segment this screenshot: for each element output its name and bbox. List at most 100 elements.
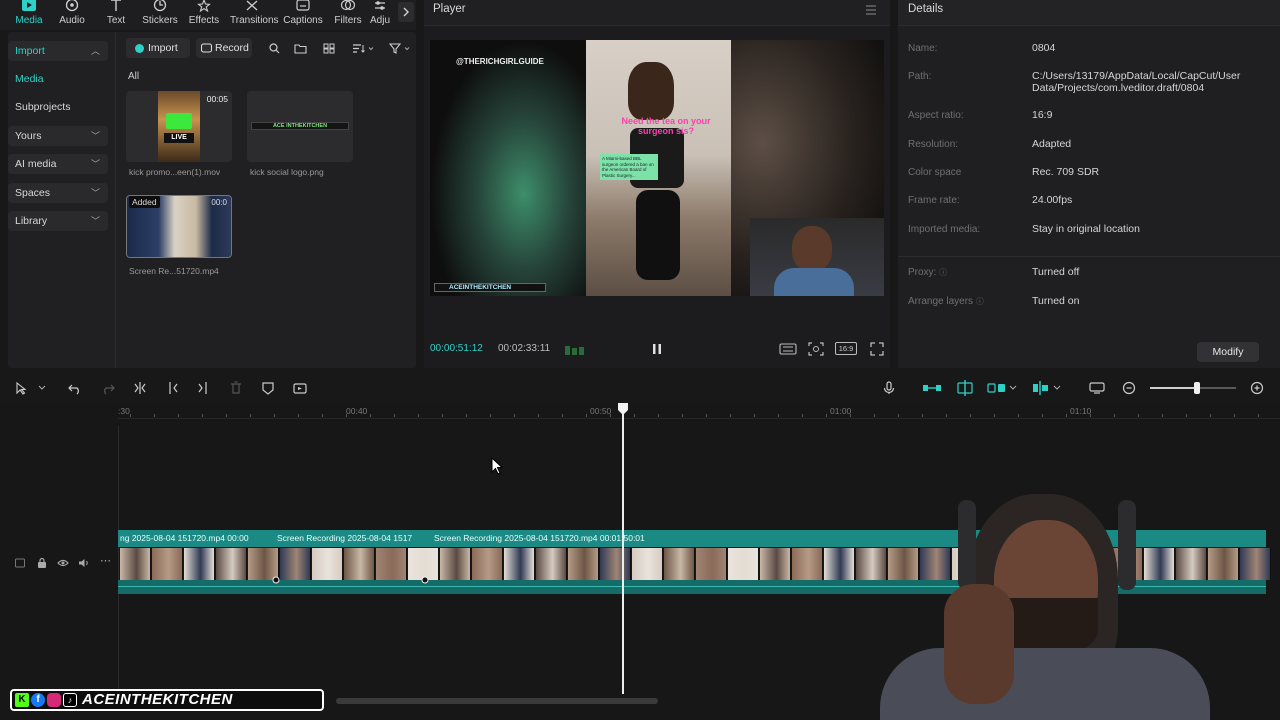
ruler-tick: [610, 414, 611, 417]
zoom-slider-thumb[interactable]: [1194, 382, 1201, 394]
ruler-tick: [1066, 414, 1067, 417]
media-item-screen-recording[interactable]: Added 00:0: [126, 195, 232, 258]
video-caption: Need the tea on your surgeon sis?: [621, 116, 711, 136]
volume-icon[interactable]: [78, 557, 90, 569]
detail-label-arrange-layers: Arrange layers ⓘ: [908, 296, 984, 307]
player-header: Player: [424, 0, 890, 26]
media-item-kick-promo[interactable]: LIVE 00:05: [126, 91, 232, 162]
menu-icon[interactable]: [864, 4, 878, 16]
media-item-kick-logo[interactable]: ACE INTHEKITCHEN: [247, 91, 353, 162]
ruler-tick-label: :30: [118, 406, 130, 416]
linkage-icon[interactable]: [955, 380, 975, 396]
import-button[interactable]: Import: [126, 38, 190, 58]
tab-audio[interactable]: Audio: [50, 0, 94, 30]
video-frame-thumbnail: [344, 548, 375, 580]
filter-icon[interactable]: [389, 43, 413, 54]
video-frame-thumbnail: [280, 548, 311, 580]
sidebar-item-media[interactable]: Media: [8, 69, 108, 89]
split-icon[interactable]: [133, 381, 147, 395]
search-icon[interactable]: [269, 43, 280, 54]
sidebar-item-yours[interactable]: Yours ﹀: [8, 126, 108, 146]
grid-view-icon[interactable]: [323, 43, 336, 54]
tab-text[interactable]: Text: [94, 0, 138, 30]
keyframe-icon[interactable]: [420, 575, 430, 585]
timeline-scrollbar[interactable]: [336, 698, 658, 704]
tiktok-icon: ♪: [63, 693, 77, 707]
ruler-tick: [1234, 414, 1235, 417]
video-preview[interactable]: Need the tea on your surgeon sis? A Miam…: [430, 40, 884, 296]
current-time: 00:00:51:12: [430, 343, 483, 354]
sidebar-item-library[interactable]: Library ﹀: [8, 211, 108, 231]
fullscreen-icon[interactable]: [870, 342, 884, 356]
undo-icon[interactable]: [68, 381, 82, 395]
sidebar-item-ai-media[interactable]: AI media ﹀: [8, 154, 108, 174]
media-item-name: kick social logo.png: [250, 167, 324, 177]
webcam-hand: [944, 584, 1014, 704]
sidebar-item-subprojects[interactable]: Subprojects: [8, 97, 108, 117]
magnet-snap-icon[interactable]: [922, 381, 942, 395]
align-icon[interactable]: [1031, 381, 1065, 395]
video-frame-thumbnail: [440, 548, 471, 580]
redo-icon[interactable]: [101, 381, 115, 395]
select-tool-icon[interactable]: [14, 381, 48, 395]
timeline-ruler[interactable]: [118, 403, 1280, 419]
tab-stickers[interactable]: Stickers: [138, 0, 182, 30]
toolbar-more-button[interactable]: [398, 2, 414, 22]
keyframe-icon[interactable]: [271, 575, 281, 585]
microphone-icon[interactable]: [882, 381, 896, 395]
quality-icon[interactable]: [779, 342, 797, 356]
sidebar-item-spaces[interactable]: Spaces ﹀: [8, 183, 108, 203]
tab-adjust[interactable]: Adju: [362, 0, 398, 30]
snapshot-icon[interactable]: [808, 342, 824, 356]
video-person-head: [628, 62, 674, 120]
channel-banner: K f ♪ ACEINTHEKITCHEN: [10, 689, 324, 711]
sort-icon[interactable]: [352, 43, 376, 54]
aspect-ratio-button[interactable]: 16:9: [835, 342, 857, 355]
split-right-icon[interactable]: [196, 381, 210, 395]
ruler-tick: [370, 414, 371, 417]
delete-icon[interactable]: [229, 381, 243, 395]
tab-captions[interactable]: Captions: [281, 0, 325, 30]
media-item-name: kick promo...een(1).mov: [129, 167, 221, 177]
more-options-icon[interactable]: ⋯: [100, 554, 111, 567]
tab-effects[interactable]: Effects: [182, 0, 226, 30]
record-button[interactable]: Record: [196, 38, 252, 58]
visibility-icon[interactable]: [57, 557, 69, 569]
tab-transitions[interactable]: Transitions: [230, 0, 279, 30]
audio-meter-icon: [565, 346, 584, 355]
track-cover-icon[interactable]: [14, 557, 26, 569]
video-frame-thumbnail: [760, 548, 791, 580]
ruler-tick: [922, 414, 923, 417]
video-frame-thumbnail: [664, 548, 695, 580]
video-frame-thumbnail: [472, 548, 503, 580]
total-time: 00:02:33:11: [498, 343, 551, 354]
info-icon[interactable]: ⓘ: [976, 297, 984, 306]
ruler-tick: [1138, 414, 1139, 417]
preview-axis-icon[interactable]: [987, 381, 1019, 395]
ruler-tick: [970, 414, 971, 417]
pause-icon[interactable]: [651, 342, 663, 356]
zoom-out-icon[interactable]: [1122, 381, 1136, 395]
media-replace-icon[interactable]: [293, 381, 307, 395]
zoom-slider[interactable]: [1150, 382, 1236, 394]
split-left-icon[interactable]: [166, 381, 180, 395]
playhead-line[interactable]: [622, 414, 624, 694]
tab-media[interactable]: Media: [7, 0, 51, 30]
ruler-tick: [802, 414, 803, 417]
info-icon[interactable]: ⓘ: [939, 268, 947, 277]
ruler-tick-label: 00:50: [590, 406, 612, 416]
detail-value-imported-media: Stay in original location: [1032, 223, 1140, 235]
blurred-background: [430, 40, 586, 296]
folder-icon[interactable]: [294, 43, 307, 54]
ruler-tick-label: 00:40: [346, 406, 368, 416]
preview-toggle-icon[interactable]: [1089, 381, 1105, 395]
lock-icon[interactable]: [36, 557, 48, 569]
webcam-headphones: [958, 500, 976, 590]
modify-button[interactable]: Modify: [1197, 342, 1259, 362]
sidebar-item-import[interactable]: Import ︿: [8, 41, 108, 61]
marker-icon[interactable]: [261, 381, 275, 395]
ruler-tick: [1018, 414, 1019, 417]
media-duration: 00:0: [211, 198, 227, 207]
zoom-in-icon[interactable]: [1250, 381, 1264, 395]
webcam-headphones: [1118, 500, 1136, 590]
